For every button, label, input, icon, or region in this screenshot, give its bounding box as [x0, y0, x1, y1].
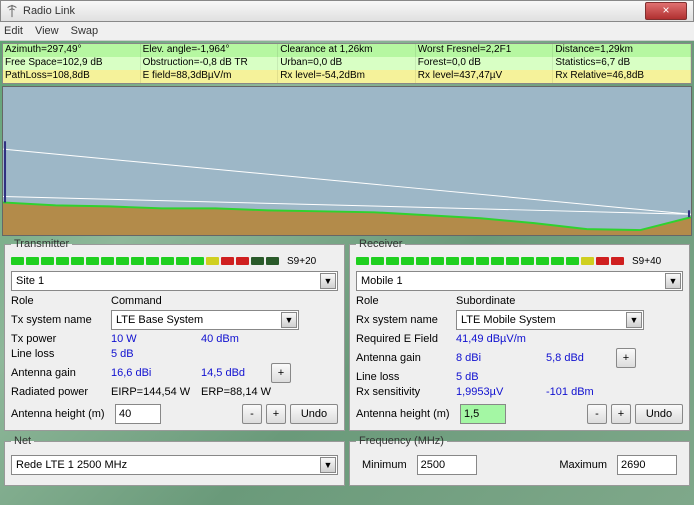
tx-site-select[interactable]: Site 1 ▼ [11, 271, 338, 291]
menu-swap[interactable]: Swap [71, 25, 99, 37]
tx-antheight-input[interactable]: 40 [115, 404, 161, 424]
rx-sysname-value: LTE Mobile System [461, 314, 556, 326]
chevron-down-icon: ▼ [320, 457, 336, 473]
terrain-profile-chart [2, 86, 692, 236]
info-obstruction: Obstruction=-0,8 dB TR [141, 57, 279, 70]
menu-edit[interactable]: Edit [4, 25, 23, 37]
info-rxlevel-uv: Rx level=437,47µV [416, 70, 554, 83]
tx-height-plus-button[interactable]: + [266, 404, 286, 424]
rx-antheight-input[interactable]: 1,5 [460, 404, 506, 424]
tx-power-label: Tx power [11, 333, 111, 345]
info-stats: Statistics=6,7 dB [553, 57, 691, 70]
freq-min-input[interactable]: 2500 [417, 455, 477, 475]
rx-undo-button[interactable]: Undo [635, 404, 683, 424]
tx-lineloss-label: Line loss [11, 348, 111, 360]
transmitter-panel: Transmitter S9+20 Site 1 ▼ Role Command … [4, 238, 345, 431]
rx-antgain-label: Antenna gain [356, 352, 456, 364]
info-freespace: Free Space=102,9 dB [3, 57, 141, 70]
rx-sysname-label: Rx system name [356, 314, 456, 326]
rx-antgain-dbi: 8 dBi [456, 352, 546, 364]
transmitter-legend: Transmitter [11, 238, 72, 250]
rx-site-select[interactable]: Mobile 1 ▼ [356, 271, 683, 291]
info-pathloss: PathLoss=108,8dB [3, 70, 141, 83]
info-efield: E field=88,3dBµV/m [141, 70, 279, 83]
tx-meter-label: S9+20 [287, 256, 316, 267]
rx-rxsens-label: Rx sensitivity [356, 386, 456, 398]
window-title: Radio Link [23, 5, 689, 17]
tx-signal-meter: S9+20 [11, 254, 338, 268]
tx-power-w: 10 W [111, 333, 201, 345]
freq-max-label: Maximum [559, 459, 607, 471]
frequency-legend: Frequency (MHz) [356, 435, 447, 447]
info-clearance: Clearance at 1,26km [278, 44, 416, 57]
tx-erp-value: ERP=88,14 W [201, 386, 299, 398]
rx-role-value: Subordinate [456, 295, 644, 307]
tx-antheight-label: Antenna height (m) [11, 408, 111, 420]
rx-antheight-label: Antenna height (m) [356, 408, 456, 420]
tx-eirp-value: EIRP=144,54 W [111, 386, 201, 398]
frequency-panel: Frequency (MHz) Minimum 2500 Maximum 269… [349, 435, 690, 486]
info-rxlevel-dbm: Rx level=-54,2dBm [278, 70, 416, 83]
rx-antgain-plus-button[interactable]: + [616, 348, 636, 368]
titlebar: Radio Link × [0, 0, 694, 22]
net-legend: Net [11, 435, 34, 447]
tx-sysname-value: LTE Base System [116, 314, 203, 326]
tx-antgain-dbd: 14,5 dBd [201, 367, 271, 379]
rx-meter-label: S9+40 [632, 256, 661, 267]
net-select[interactable]: Rede LTE 1 2500 MHz ▼ [11, 455, 338, 475]
rx-antgain-dbd: 5,8 dBd [546, 352, 616, 364]
info-distance: Distance=1,29km [553, 44, 691, 57]
rx-lineloss-label: Line loss [356, 371, 456, 383]
tx-lineloss-value: 5 dB [111, 348, 271, 360]
chevron-down-icon: ▼ [281, 312, 297, 328]
rx-reqfield-label: Required E Field [356, 333, 456, 345]
freq-min-label: Minimum [362, 459, 407, 471]
tx-antgain-dbi: 16,6 dBi [111, 367, 201, 379]
menubar: Edit View Swap [0, 22, 694, 41]
rx-height-minus-button[interactable]: - [587, 404, 607, 424]
info-azimuth: Azimuth=297,49° [3, 44, 141, 57]
chevron-down-icon: ▼ [320, 273, 336, 289]
antenna-icon [5, 4, 19, 18]
rx-signal-meter: S9+40 [356, 254, 683, 268]
rx-role-label: Role [356, 295, 456, 307]
info-forest: Forest=0,0 dB [416, 57, 554, 70]
chevron-down-icon: ▼ [665, 273, 681, 289]
tx-role-label: Role [11, 295, 111, 307]
rx-lineloss-value: 5 dB [456, 371, 616, 383]
close-button[interactable]: × [645, 2, 687, 20]
freq-max-input[interactable]: 2690 [617, 455, 677, 475]
tx-antgain-label: Antenna gain [11, 367, 111, 379]
tx-height-minus-button[interactable]: - [242, 404, 262, 424]
tx-site-value: Site 1 [16, 275, 44, 287]
rx-sysname-select[interactable]: LTE Mobile System ▼ [456, 310, 644, 330]
rx-reqfield-value: 41,49 dBµV/m [456, 333, 616, 345]
rx-height-plus-button[interactable]: + [611, 404, 631, 424]
info-bar: Azimuth=297,49° Elev. angle=-1,964° Clea… [2, 43, 692, 84]
tx-sysname-label: Tx system name [11, 314, 111, 326]
info-elev: Elev. angle=-1,964° [141, 44, 279, 57]
info-rxrelative: Rx Relative=46,8dB [553, 70, 691, 83]
net-value: Rede LTE 1 2500 MHz [16, 459, 127, 471]
info-fresnel: Worst Fresnel=2,2F1 [416, 44, 554, 57]
tx-undo-button[interactable]: Undo [290, 404, 338, 424]
tx-power-dbm: 40 dBm [201, 333, 271, 345]
chevron-down-icon: ▼ [626, 312, 642, 328]
net-panel: Net Rede LTE 1 2500 MHz ▼ [4, 435, 345, 486]
rx-site-value: Mobile 1 [361, 275, 403, 287]
menu-view[interactable]: View [35, 25, 59, 37]
rx-rxsens-dbm: -101 dBm [546, 386, 644, 398]
tx-sysname-select[interactable]: LTE Base System ▼ [111, 310, 299, 330]
tx-antgain-plus-button[interactable]: + [271, 363, 291, 383]
rx-rxsens-uv: 1,9953µV [456, 386, 546, 398]
tx-role-value: Command [111, 295, 299, 307]
info-urban: Urban=0,0 dB [278, 57, 416, 70]
receiver-legend: Receiver [356, 238, 405, 250]
tx-radpower-label: Radiated power [11, 386, 111, 398]
receiver-panel: Receiver S9+40 Mobile 1 ▼ Role Subordina… [349, 238, 690, 431]
